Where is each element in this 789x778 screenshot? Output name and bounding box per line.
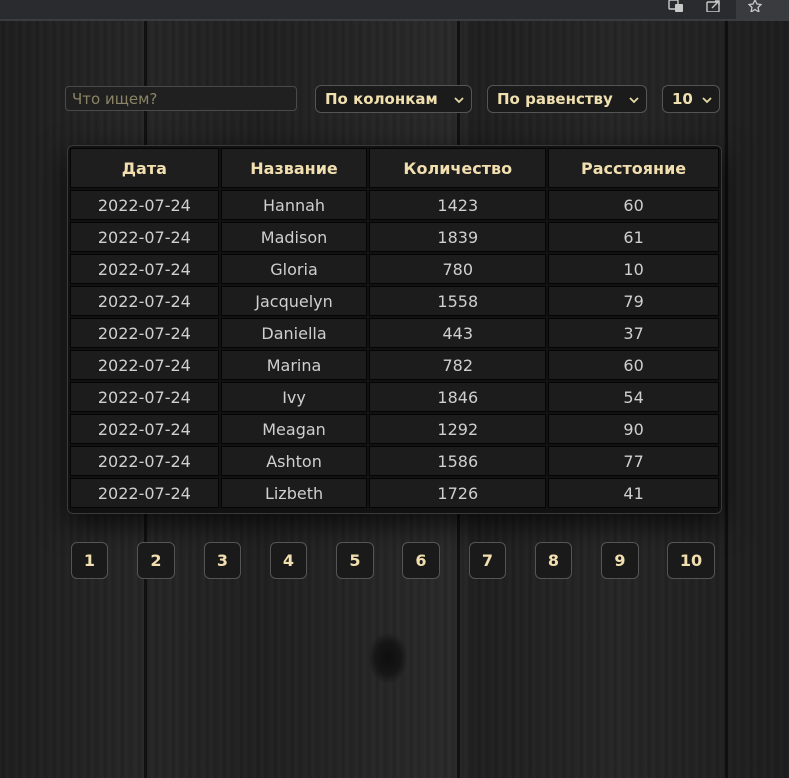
table-row: 2022-07-24 Daniella 443 37 (70, 318, 719, 348)
cell-date: 2022-07-24 (70, 222, 219, 252)
data-table: Дата Название Количество Расстояние 2022… (67, 145, 722, 514)
cell-name: Marina (220, 350, 368, 380)
toolbar-button-area (736, 0, 789, 19)
condition-select[interactable]: По равенству (487, 85, 647, 113)
column-select[interactable]: По колонкам (315, 85, 472, 113)
table-row: 2022-07-24 Marina 782 60 (70, 350, 719, 380)
table-row: 2022-07-24 Jacquelyn 1558 79 (70, 286, 719, 316)
cell-quantity: 780 (369, 254, 547, 284)
cell-distance: 54 (548, 382, 719, 412)
cell-name: Ivy (220, 382, 368, 412)
cell-quantity: 1846 (369, 382, 547, 412)
cell-quantity: 1586 (369, 446, 547, 476)
cell-quantity: 1292 (369, 414, 547, 444)
page-button-4[interactable]: 4 (270, 542, 307, 579)
column-header-quantity[interactable]: Количество (369, 148, 547, 188)
cell-name: Jacquelyn (220, 286, 368, 316)
cell-distance: 10 (548, 254, 719, 284)
cell-date: 2022-07-24 (70, 382, 219, 412)
table-row: 2022-07-24 Ashton 1586 77 (70, 446, 719, 476)
cell-name: Daniella (220, 318, 368, 348)
cell-quantity: 1839 (369, 222, 547, 252)
cell-name: Hannah (220, 190, 368, 220)
table-row: 2022-07-24 Gloria 780 10 (70, 254, 719, 284)
rows-per-page-select[interactable]: 10 (662, 85, 720, 113)
cell-name: Gloria (220, 254, 368, 284)
cell-distance: 61 (548, 222, 719, 252)
page-button-2[interactable]: 2 (137, 542, 175, 579)
column-select-value: По колонкам (325, 90, 438, 108)
cell-distance: 79 (548, 286, 719, 316)
cell-quantity: 782 (369, 350, 547, 380)
cell-name: Lizbeth (220, 478, 368, 508)
cell-date: 2022-07-24 (70, 350, 219, 380)
cell-date: 2022-07-24 (70, 190, 219, 220)
cell-quantity: 1423 (369, 190, 547, 220)
cell-distance: 60 (548, 190, 719, 220)
condition-select-value: По равенству (497, 90, 613, 108)
column-header-name[interactable]: Название (220, 148, 368, 188)
cell-date: 2022-07-24 (70, 414, 219, 444)
cell-distance: 37 (548, 318, 719, 348)
cell-name: Madison (220, 222, 368, 252)
cell-date: 2022-07-24 (70, 318, 219, 348)
column-header-date[interactable]: Дата (70, 148, 219, 188)
wood-knot (368, 632, 408, 684)
page-button-8[interactable]: 8 (535, 542, 572, 579)
page-button-1[interactable]: 1 (71, 542, 108, 579)
page-button-6[interactable]: 6 (402, 542, 440, 579)
search-input[interactable] (65, 86, 297, 111)
table-row: 2022-07-24 Meagan 1292 90 (70, 414, 719, 444)
cell-distance: 60 (548, 350, 719, 380)
cell-date: 2022-07-24 (70, 286, 219, 316)
cell-date: 2022-07-24 (70, 446, 219, 476)
page-button-7[interactable]: 7 (469, 542, 506, 579)
page-button-10[interactable]: 10 (667, 542, 715, 579)
cell-name: Meagan (220, 414, 368, 444)
table-row: 2022-07-24 Lizbeth 1726 41 (70, 478, 719, 508)
browser-toolbar (0, 0, 789, 21)
cell-name: Ashton (220, 446, 368, 476)
table-row: 2022-07-24 Madison 1839 61 (70, 222, 719, 252)
share-icon[interactable] (706, 0, 722, 14)
page-button-9[interactable]: 9 (601, 542, 639, 579)
cell-date: 2022-07-24 (70, 478, 219, 508)
table-row: 2022-07-24 Hannah 1423 60 (70, 190, 719, 220)
cell-quantity: 1726 (369, 478, 547, 508)
chevron-down-icon (701, 87, 713, 122)
page-button-3[interactable]: 3 (204, 542, 241, 579)
page-button-5[interactable]: 5 (336, 542, 374, 579)
cell-date: 2022-07-24 (70, 254, 219, 284)
translate-icon[interactable] (668, 0, 684, 14)
cell-distance: 90 (548, 414, 719, 444)
chevron-down-icon (453, 87, 465, 122)
column-header-distance[interactable]: Расстояние (548, 148, 719, 188)
cell-distance: 77 (548, 446, 719, 476)
rows-per-page-value: 10 (672, 90, 693, 108)
cell-quantity: 1558 (369, 286, 547, 316)
bookmark-star-icon[interactable] (747, 0, 763, 14)
chevron-down-icon (628, 87, 640, 122)
plank-seam (725, 21, 728, 778)
table-header-row: Дата Название Количество Расстояние (70, 148, 719, 188)
table-row: 2022-07-24 Ivy 1846 54 (70, 382, 719, 412)
cell-quantity: 443 (369, 318, 547, 348)
cell-distance: 41 (548, 478, 719, 508)
